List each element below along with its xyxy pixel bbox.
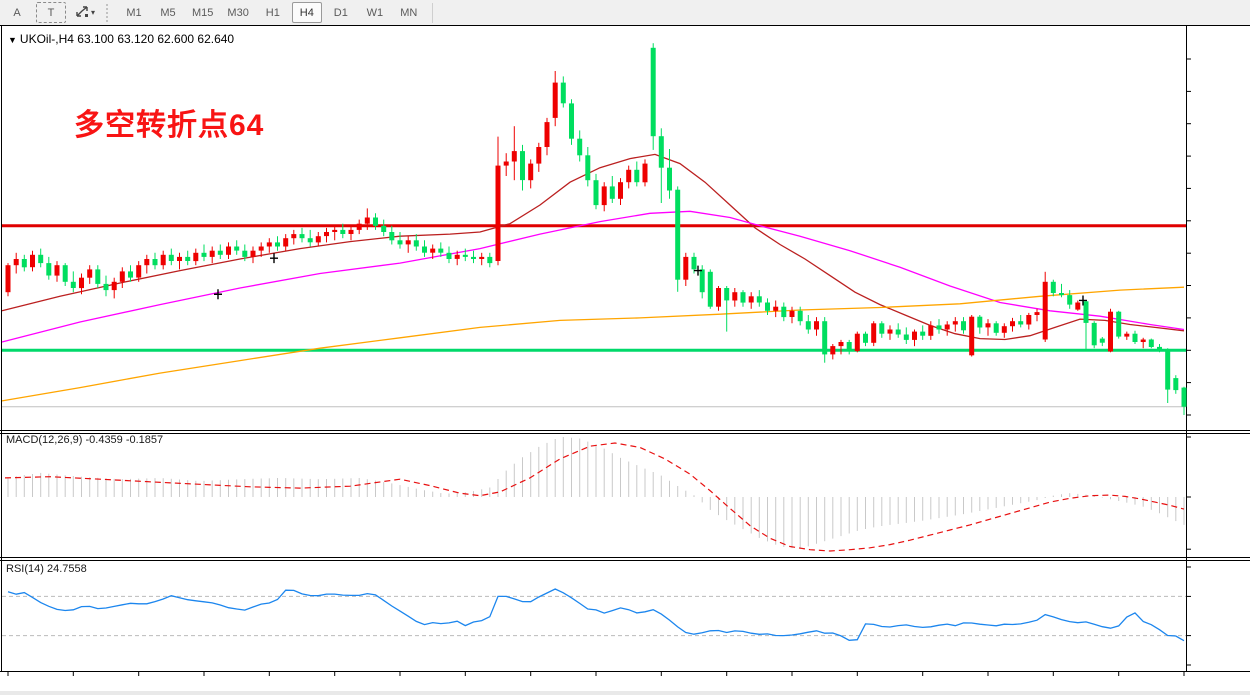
- rsi-indicator-label: RSI(14) 24.7558: [6, 563, 87, 575]
- chart-annotation-text[interactable]: 多空转折点64: [74, 100, 264, 144]
- symbol-name: UKOil-,H4: [20, 32, 74, 46]
- macd-values: -0.4359 -0.1857: [85, 434, 163, 446]
- symbol-ohlc: 63.100 63.120 62.600 62.640: [77, 32, 234, 46]
- symbol-header: ▼UKOil-,H4 63.100 63.120 62.600 62.640: [8, 32, 234, 46]
- rsi-value: 24.7558: [47, 563, 87, 575]
- collapse-triangle-icon[interactable]: ▼: [8, 35, 17, 45]
- macd-indicator-label: MACD(12,26,9) -0.4359 -0.1857: [6, 434, 163, 446]
